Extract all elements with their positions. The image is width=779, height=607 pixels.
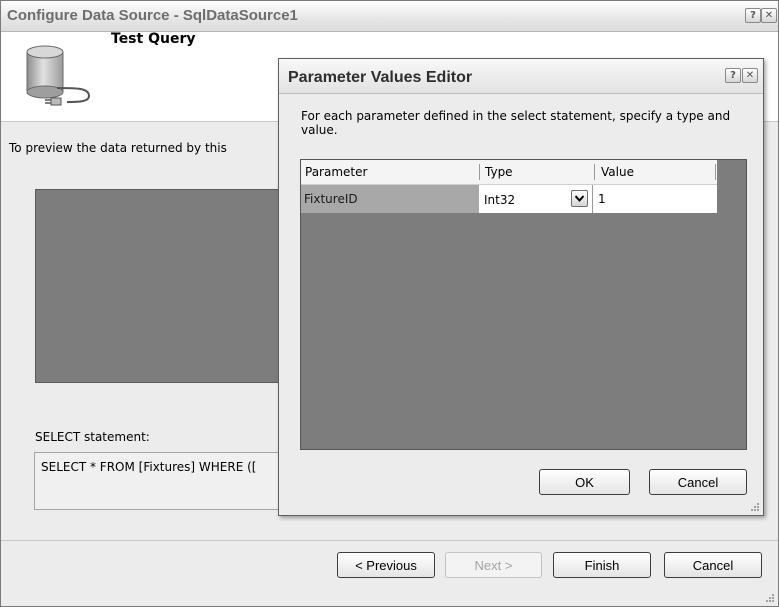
column-divider[interactable] [479, 164, 480, 180]
preview-results-grid [35, 189, 297, 383]
dialog-help-icon[interactable]: ? [725, 68, 741, 83]
dialog-title-bar[interactable]: Parameter Values Editor ? ✕ [279, 59, 763, 94]
column-divider[interactable] [715, 164, 716, 180]
table-row[interactable]: FixtureID Int32 1 [301, 185, 717, 213]
cell-divider [592, 185, 593, 213]
dialog-instructions: For each parameter defined in the select… [301, 109, 731, 137]
column-header-type[interactable]: Type [485, 165, 513, 179]
wizard-resize-grip-icon[interactable] [765, 593, 775, 603]
wizard-cancel-button[interactable]: Cancel [664, 552, 762, 578]
previous-button[interactable]: < Previous [337, 552, 435, 578]
select-statement-text: SELECT * FROM [Fixtures] WHERE ([ [41, 460, 257, 474]
parameter-type-value[interactable]: Int32 [484, 193, 515, 207]
dialog-title: Parameter Values Editor [288, 69, 473, 86]
dialog-resize-grip-icon[interactable] [750, 502, 760, 512]
parameter-grid[interactable]: Parameter Type Value FixtureID Int32 1 [300, 159, 747, 450]
chevron-down-icon [575, 195, 584, 202]
wizard-help-icon[interactable]: ? [745, 8, 761, 23]
parameter-values-editor-dialog: Parameter Values Editor ? ✕ For each par… [278, 58, 764, 516]
select-statement-label: SELECT statement: [35, 430, 150, 444]
wizard-close-icon[interactable]: ✕ [761, 8, 777, 23]
parameter-name-cell[interactable]: FixtureID [301, 185, 479, 213]
column-header-parameter[interactable]: Parameter [305, 165, 367, 179]
next-button[interactable]: Next > [445, 552, 542, 578]
select-statement-box[interactable]: SELECT * FROM [Fixtures] WHERE ([ [34, 452, 296, 510]
dialog-close-icon[interactable]: ✕ [742, 68, 758, 83]
preview-description: To preview the data returned by this [9, 141, 227, 155]
column-divider[interactable] [594, 164, 595, 180]
dialog-cancel-button[interactable]: Cancel [649, 469, 747, 495]
grid-header-row: Parameter Type Value [301, 160, 717, 185]
parameter-name: FixtureID [304, 192, 358, 206]
column-header-value[interactable]: Value [601, 165, 634, 179]
wizard-title-bar[interactable]: Configure Data Source - SqlDataSource1 ?… [1, 1, 778, 32]
footer-divider [1, 540, 778, 541]
parameter-value-input[interactable]: 1 [598, 192, 606, 206]
finish-button[interactable]: Finish [553, 552, 651, 578]
ok-button[interactable]: OK [539, 469, 630, 495]
type-dropdown-button[interactable] [571, 190, 588, 207]
wizard-title: Configure Data Source - SqlDataSource1 [7, 7, 298, 24]
database-plug-icon [26, 45, 91, 106]
step-title: Test Query [111, 31, 196, 47]
